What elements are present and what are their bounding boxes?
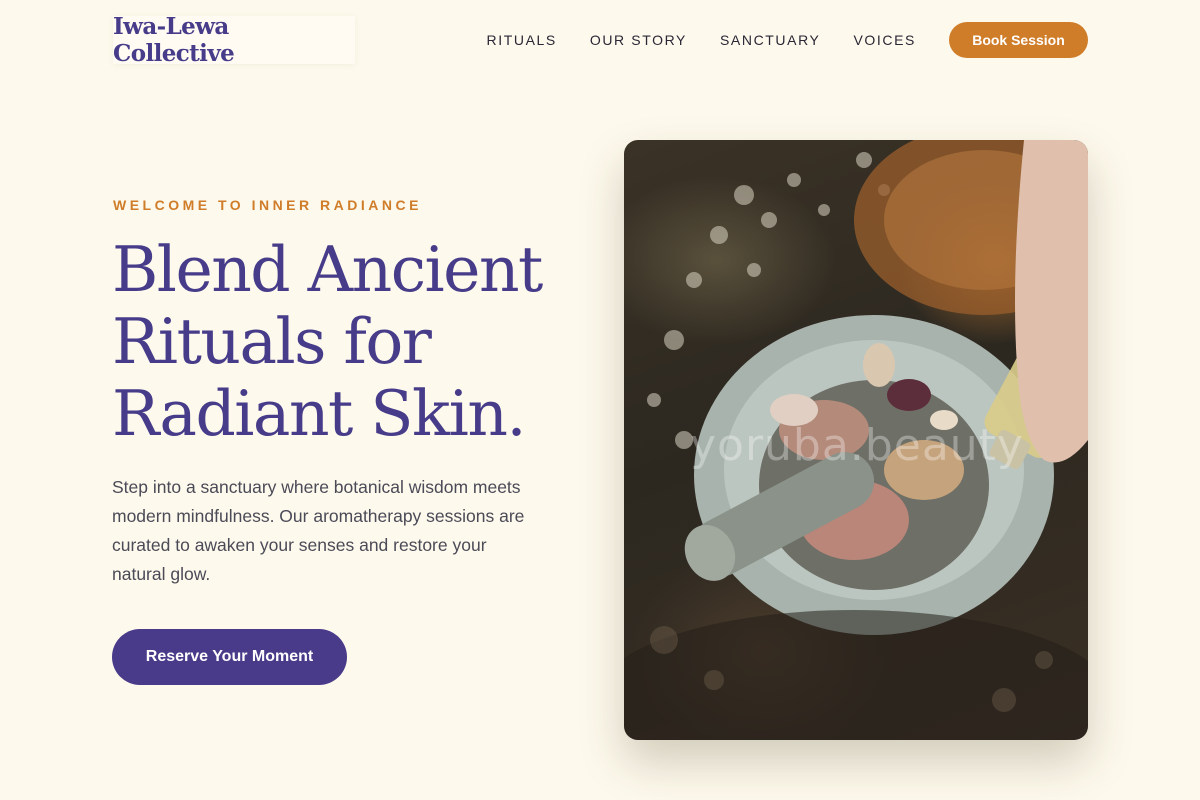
hero-image: yoruba.beauty [624,140,1088,740]
book-session-button[interactable]: Book Session [949,22,1088,58]
headline-line: Blend Ancient [112,233,543,306]
headline-line: Rituals for [112,305,432,378]
main-nav: RITUALS OUR STORY SANCTUARY VOICES Book … [487,22,1088,58]
brand-name[interactable]: Iwa-Lewa Collective [113,13,355,67]
hero-description: Step into a sanctuary where botanical wi… [112,477,525,584]
reserve-moment-button[interactable]: Reserve Your Moment [112,629,347,685]
nav-link-our-story[interactable]: OUR STORY [590,32,687,48]
hero-eyebrow: WELCOME TO INNER RADIANCE [113,197,422,213]
image-watermark: yoruba.beauty [690,420,1024,471]
hero-headline: Blend Ancient Rituals for Radiant Skin. [112,234,602,450]
nav-link-rituals[interactable]: RITUALS [487,32,557,48]
nav-link-sanctuary[interactable]: SANCTUARY [720,32,821,48]
brand-logo[interactable]: Iwa-Lewa Collective [113,13,355,67]
nav-link-voices[interactable]: VOICES [853,32,916,48]
headline-line: Radiant Skin. [112,377,526,450]
